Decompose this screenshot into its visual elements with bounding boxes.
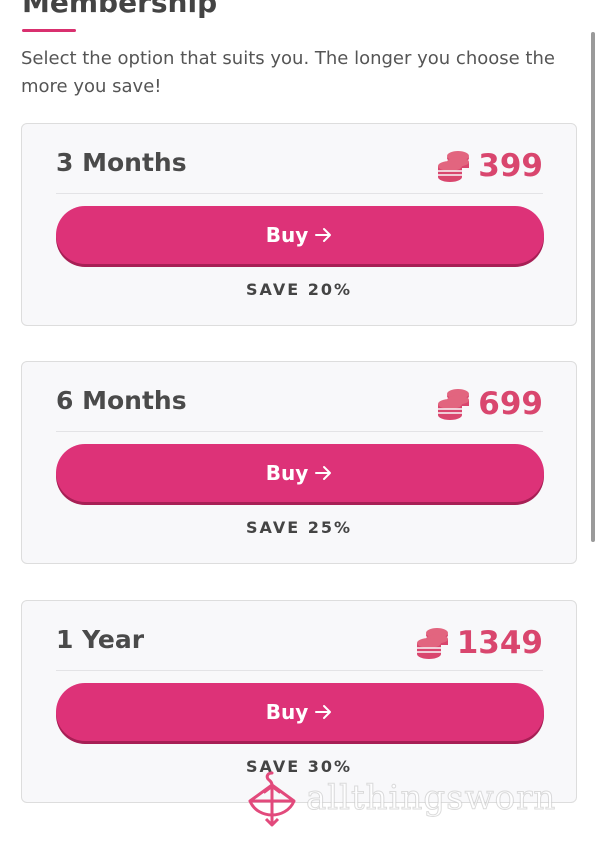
arrow-right-icon — [315, 705, 332, 719]
buy-button-label: Buy — [265, 700, 309, 724]
buy-button-6-months[interactable]: Buy — [56, 444, 544, 502]
card-divider — [56, 431, 543, 432]
arrow-right-icon — [315, 228, 332, 242]
coins-icon — [416, 628, 448, 659]
scrollbar[interactable] — [591, 32, 595, 542]
price-value: 699 — [478, 386, 543, 422]
plan-card-6-months: 6 Months 699 Buy SAVE 25% — [21, 361, 577, 564]
price-value: 399 — [478, 148, 543, 184]
card-divider — [56, 670, 543, 671]
save-label: SAVE 25% — [246, 518, 352, 537]
plan-title: 6 Months — [56, 386, 187, 415]
buy-button-label: Buy — [265, 461, 309, 485]
plan-price: 399 — [436, 146, 543, 186]
buy-button-label: Buy — [265, 223, 309, 247]
card-divider — [56, 193, 543, 194]
plan-title: 1 Year — [56, 625, 145, 654]
coins-icon — [438, 389, 470, 420]
buy-button-3-months[interactable]: Buy — [56, 206, 544, 264]
save-label: SAVE 20% — [246, 280, 352, 299]
save-label: SAVE 30% — [246, 757, 352, 776]
plan-card-1-year: 1 Year 1349 Buy SAVE 30% — [21, 600, 577, 803]
buy-button-1-year[interactable]: Buy — [56, 683, 544, 741]
coins-icon — [438, 151, 470, 182]
title-underline — [22, 29, 76, 32]
page-title: Membership — [22, 0, 218, 19]
plan-price: 699 — [436, 384, 543, 424]
arrow-right-icon — [315, 466, 332, 480]
plan-card-3-months: 3 Months 399 Buy SAVE 20% — [21, 123, 577, 326]
membership-page: Membership Select the option that suits … — [0, 0, 600, 849]
price-value: 1349 — [456, 625, 543, 661]
plan-title: 3 Months — [56, 148, 187, 177]
intro-text: Select the option that suits you. The lo… — [21, 48, 555, 97]
plan-price: 1349 — [415, 623, 543, 663]
